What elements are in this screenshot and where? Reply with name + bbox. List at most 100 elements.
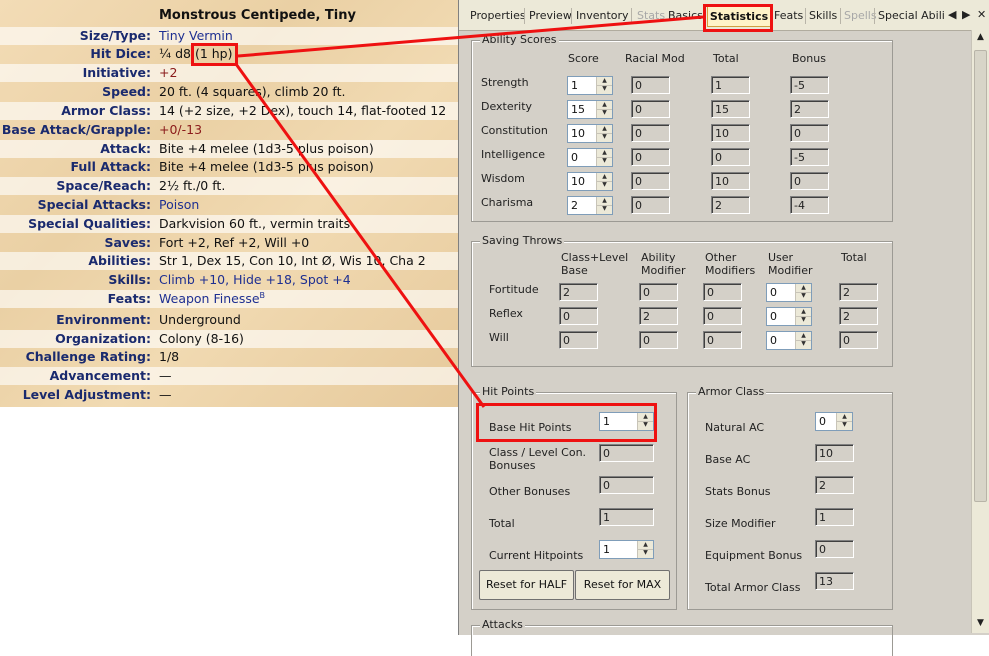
row-label: Armor Class: (61, 103, 151, 118)
close-icon[interactable]: ✕ (977, 8, 986, 21)
spin-down-icon[interactable]: ▼ (796, 292, 811, 300)
row-environment: Environment: Underground (0, 311, 458, 329)
scroll-down-icon[interactable]: ▼ (973, 616, 988, 631)
wisdom-racial: 0 (631, 172, 670, 190)
spin-down-icon[interactable]: ▼ (597, 109, 612, 117)
feats-text: Weapon Finesse (159, 291, 260, 307)
dexterity-score-spinner[interactable]: 15 ▲ ▼ (567, 100, 613, 119)
size-modifier-label: Size Modifier (705, 517, 776, 530)
special-attacks-link[interactable]: Poison (159, 197, 199, 212)
spinner-value: 0 (770, 310, 777, 323)
current-hitpoints-spinner[interactable]: 1 ▲ ▼ (599, 540, 654, 559)
row-label: Speed: (102, 84, 151, 99)
vertical-scrollbar[interactable]: ▲ ▼ (971, 30, 989, 633)
will-base: 0 (559, 331, 598, 349)
stats-bonus-label: Stats Bonus (705, 485, 771, 498)
charisma-score-spinner[interactable]: 2 ▲ ▼ (567, 196, 613, 215)
tab-statistics[interactable]: Statistics (707, 6, 771, 27)
tab-properties[interactable]: Properties (467, 8, 529, 24)
tab-scroll-right-icon[interactable]: ▶ (962, 8, 970, 21)
tab-special-abilities[interactable]: Special Abili (875, 8, 948, 24)
strength-score-spinner[interactable]: 1 ▲ ▼ (567, 76, 613, 95)
spinner-value: 10 (571, 175, 585, 188)
tab-stats[interactable]: Stats (634, 8, 668, 24)
stats-bonus-value: 2 (815, 476, 854, 494)
header-class-level-base: Class+Level Base (561, 251, 629, 277)
spinner-buttons: ▲ ▼ (795, 284, 811, 301)
hit-points-title: Hit Points (480, 385, 537, 398)
reflex-other: 0 (703, 307, 742, 325)
tab-separator (571, 8, 572, 24)
fortitude-user-spinner[interactable]: 0 ▲ ▼ (766, 283, 812, 302)
total-armor-class-value: 13 (815, 572, 854, 590)
intelligence-racial: 0 (631, 148, 670, 166)
size-type-link[interactable]: Tiny Vermin (159, 28, 233, 43)
spin-down-icon[interactable]: ▼ (796, 340, 811, 348)
reflex-total: 2 (839, 307, 878, 325)
spinner-buttons: ▲ ▼ (596, 173, 612, 190)
header-racial-mod: Racial Mod (625, 52, 685, 65)
attacks-title: Attacks (480, 618, 525, 631)
fortitude-ability: 0 (639, 283, 678, 301)
tab-inventory[interactable]: Inventory (573, 8, 632, 24)
intelligence-score-spinner[interactable]: 0 ▲ ▼ (567, 148, 613, 167)
row-label: Organization: (55, 331, 151, 346)
tab-scroll-left-icon[interactable]: ◀ (948, 8, 956, 21)
row-label: Advancement: (49, 368, 151, 383)
tab-preview[interactable]: Preview (526, 8, 575, 24)
spin-down-icon[interactable]: ▼ (796, 316, 811, 324)
row-full-attack: Full Attack: Bite +4 melee (1d3-5 plus p… (0, 158, 458, 176)
spin-down-icon[interactable]: ▼ (638, 549, 653, 557)
ability-name: Wisdom (481, 172, 525, 185)
equipment-bonus-label: Equipment Bonus (705, 549, 803, 562)
row-space-reach: Space/Reach: 2½ ft./0 ft. (0, 177, 458, 195)
row-label: Attack: (100, 141, 151, 156)
scrollbar-thumb[interactable] (974, 50, 987, 502)
reflex-user-spinner[interactable]: 0 ▲ ▼ (766, 307, 812, 326)
reset-half-button[interactable]: Reset for HALF (479, 570, 574, 600)
class-level-con-value: 0 (599, 444, 654, 462)
stat-block-title: Monstrous Centipede, Tiny (159, 8, 356, 23)
row-label: Level Adjustment: (22, 387, 151, 402)
tab-bar: Properties Preview Inventory Stats Basic… (459, 0, 989, 31)
tab-feats[interactable]: Feats (771, 8, 806, 24)
spin-down-icon[interactable]: ▼ (837, 421, 852, 429)
reset-max-button[interactable]: Reset for MAX (575, 570, 670, 600)
stat-block: Monstrous Centipede, Tiny Size/Type: Tin… (0, 0, 458, 407)
save-name: Will (489, 331, 509, 344)
ability-name: Charisma (481, 196, 534, 209)
wisdom-score-spinner[interactable]: 10 ▲ ▼ (567, 172, 613, 191)
spin-down-icon[interactable]: ▼ (597, 85, 612, 93)
constitution-score-spinner[interactable]: 10 ▲ ▼ (567, 124, 613, 143)
will-user-spinner[interactable]: 0 ▲ ▼ (766, 331, 812, 350)
row-armor-class: Armor Class: 14 (+2 size, +2 Dex), touch… (0, 102, 458, 120)
spin-down-icon[interactable]: ▼ (597, 205, 612, 213)
row-label: Feats: (107, 291, 151, 306)
challenge-rating-value: 1/8 (159, 349, 180, 364)
strength-total: 1 (711, 76, 750, 94)
spin-down-icon[interactable]: ▼ (638, 421, 653, 429)
spin-down-icon[interactable]: ▼ (597, 181, 612, 189)
row-label: Hit Dice: (90, 46, 151, 61)
natural-ac-spinner[interactable]: 0 ▲ ▼ (815, 412, 853, 431)
statistics-window: Properties Preview Inventory Stats Basic… (458, 0, 989, 656)
row-label: Special Attacks: (37, 197, 151, 212)
ability-name: Strength (481, 76, 529, 89)
spinner-value: 0 (819, 415, 826, 428)
skills-value: Climb +10, Hide +18, Spot +4 (159, 272, 351, 287)
spin-down-icon[interactable]: ▼ (597, 133, 612, 141)
row-label: Base Attack/Grapple: (1, 122, 151, 137)
feats-link[interactable]: Weapon FinesseB (159, 291, 265, 306)
intelligence-total: 0 (711, 148, 750, 166)
row-base-attack: Base Attack/Grapple: +0/-13 (0, 121, 458, 139)
spin-down-icon[interactable]: ▼ (597, 157, 612, 165)
tab-basics[interactable]: Basics (665, 8, 706, 24)
tab-skills[interactable]: Skills (806, 8, 840, 24)
equipment-bonus-value: 0 (815, 540, 854, 558)
header-ability-modifier: Ability Modifier (641, 251, 686, 277)
spinner-buttons: ▲ ▼ (637, 541, 653, 558)
constitution-total: 10 (711, 124, 750, 142)
scroll-up-icon[interactable]: ▲ (973, 30, 988, 45)
row-hit-dice: Hit Dice: ¼ d8 (1 hp) (0, 45, 458, 63)
base-hit-points-spinner[interactable]: 1 ▲ ▼ (599, 412, 654, 431)
